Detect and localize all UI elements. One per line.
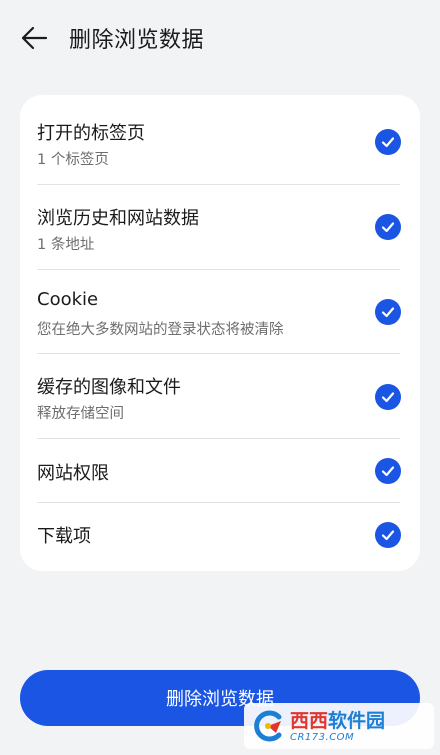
checkmark-icon [381, 530, 395, 541]
option-title: 下载项 [37, 526, 91, 547]
back-button[interactable] [14, 20, 54, 56]
option-title: Cookie [37, 289, 99, 310]
option-title: 浏览历史和网站数据 [37, 208, 199, 229]
option-open-tabs[interactable]: 打开的标签页 1 个标签页 [20, 95, 420, 183]
watermark-brand-blue: 软件园 [328, 709, 386, 732]
option-subtitle: 您在绝大多数网站的登录状态将被清除 [37, 322, 284, 338]
app-header: 删除浏览数据 [0, 0, 440, 76]
checkbox-checked[interactable] [375, 299, 401, 325]
checkbox-checked[interactable] [375, 458, 401, 484]
option-downloads[interactable]: 下载项 [20, 503, 420, 567]
checkmark-icon [381, 466, 395, 477]
watermark-brand-red: 西西 [290, 709, 329, 732]
option-title: 缓存的图像和文件 [37, 377, 181, 398]
checkmark-icon [381, 307, 395, 318]
watermark-logo-icon [248, 706, 288, 746]
option-title: 打开的标签页 [37, 123, 145, 144]
watermark-domain: CR173.COM [290, 731, 355, 743]
option-cached-images-files[interactable]: 缓存的图像和文件 释放存储空间 [20, 354, 420, 438]
option-subtitle: 释放存储空间 [37, 406, 124, 422]
checkmark-icon [381, 222, 395, 233]
option-site-permissions[interactable]: 网站权限 [20, 439, 420, 502]
watermark: 西西软件园 CR173.COM [244, 703, 434, 749]
checkbox-checked[interactable] [375, 129, 401, 155]
option-browsing-history[interactable]: 浏览历史和网站数据 1 条地址 [20, 185, 420, 269]
page-title: 删除浏览数据 [69, 28, 205, 53]
options-card: 打开的标签页 1 个标签页 浏览历史和网站数据 1 条地址 Cookie 您在绝… [20, 95, 420, 571]
option-cookie[interactable]: Cookie 您在绝大多数网站的登录状态将被清除 [20, 270, 420, 354]
option-subtitle: 1 个标签页 [37, 152, 109, 168]
watermark-text: 西西软件园 CR173.COM [290, 710, 385, 743]
checkbox-checked[interactable] [375, 214, 401, 240]
arrow-left-icon [21, 26, 48, 50]
option-title: 网站权限 [37, 463, 109, 484]
delete-browsing-data-screen: 删除浏览数据 打开的标签页 1 个标签页 浏览历史和网站数据 1 条地址 Coo… [0, 0, 440, 755]
option-subtitle: 1 条地址 [37, 237, 95, 253]
checkmark-icon [381, 392, 395, 403]
checkmark-icon [381, 137, 395, 148]
checkbox-checked[interactable] [375, 384, 401, 410]
checkbox-checked[interactable] [375, 522, 401, 548]
